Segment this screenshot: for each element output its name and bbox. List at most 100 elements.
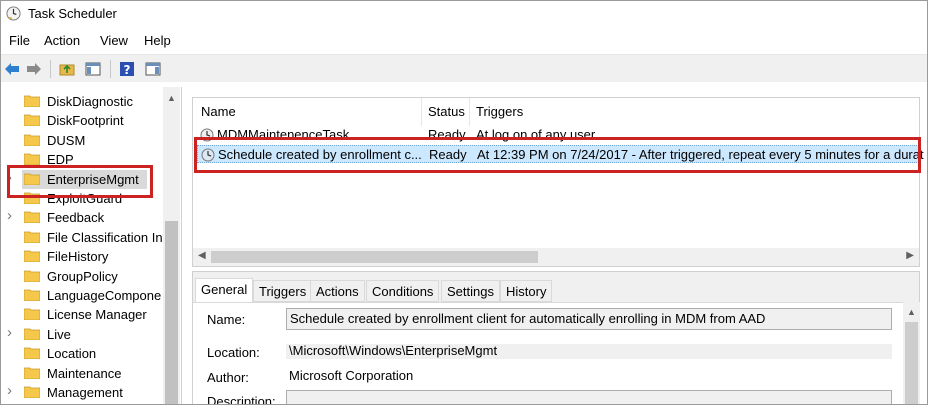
task-details-panel: General Triggers Actions Conditions Sett…	[192, 271, 921, 404]
task-name: Schedule created by enrollment c...	[218, 147, 422, 162]
tree-item-label: Location	[47, 346, 97, 361]
menu-bar: File Action View Help	[1, 30, 927, 52]
tab-conditions[interactable]: Conditions	[366, 280, 440, 302]
tree-item[interactable]: GroupPolicy	[1, 267, 163, 286]
expand-chevron-icon[interactable]: ›	[7, 382, 17, 399]
folder-icon	[24, 250, 40, 262]
tab-actions[interactable]: Actions	[310, 280, 365, 302]
tree-item-label: GroupPolicy	[47, 269, 118, 284]
tree-item-label: EnterpriseMgmt	[47, 172, 139, 187]
tree-item-label: DiskFootprint	[47, 113, 124, 128]
tree-vertical-scrollbar[interactable]: ▲	[163, 87, 180, 404]
expand-chevron-icon[interactable]: ›	[7, 169, 17, 186]
menu-view[interactable]: View	[100, 33, 128, 48]
name-label: Name:	[207, 312, 246, 327]
task-triggers: At log on of any user	[476, 127, 596, 142]
help-icon[interactable]: ?	[118, 60, 136, 78]
clock-icon	[6, 6, 21, 21]
menu-help[interactable]: Help	[144, 33, 171, 48]
tree-item-label: DUSM	[47, 133, 86, 148]
forward-arrow-icon[interactable]	[25, 60, 43, 78]
folder-icon	[24, 173, 40, 185]
tree-item[interactable]: LanguageCompone	[1, 286, 163, 305]
folder-icon	[24, 153, 40, 165]
folder-icon	[24, 231, 40, 243]
table-row-selected[interactable]: Schedule created by enrollment c... Read…	[197, 145, 924, 163]
tree-item-label: DiskDiagnostic	[47, 94, 133, 109]
tree-item-label: File Classification In	[47, 230, 163, 245]
folder-icon	[24, 211, 40, 223]
task-triggers: At 12:39 PM on 7/24/2017 - After trigger…	[477, 147, 924, 162]
task-list-horizontal-scrollbar[interactable]: ◀ ▶	[193, 248, 919, 266]
details-vertical-scrollbar[interactable]: ▲	[903, 302, 920, 404]
description-field[interactable]	[286, 390, 892, 404]
tree-item[interactable]: › Management	[1, 382, 163, 402]
tree-item-label: LanguageCompone	[47, 288, 162, 303]
general-tab-content: Name: Schedule created by enrollment cli…	[193, 302, 903, 404]
tree-item-label: License Manager	[47, 307, 147, 322]
scrollbar-thumb[interactable]	[165, 221, 178, 404]
details-tabs: General Triggers Actions Conditions Sett…	[193, 278, 921, 303]
show-hide-action-pane-icon[interactable]	[144, 60, 162, 78]
folder-icon	[24, 328, 40, 340]
tab-settings[interactable]: Settings	[441, 280, 500, 302]
tab-general[interactable]: General	[195, 278, 254, 303]
tree-item[interactable]: DiskDiagnostic	[1, 92, 163, 111]
tree-item[interactable]: File Classification In	[1, 228, 163, 247]
table-row[interactable]: MDMMaintenenceTask Ready At log on of an…	[197, 126, 919, 144]
up-folder-icon[interactable]	[58, 60, 76, 78]
tree-item[interactable]: › Live	[1, 324, 163, 344]
scroll-right-arrow-icon[interactable]: ▶	[906, 250, 914, 261]
column-header-status[interactable]: Status	[428, 104, 465, 119]
folder-icon	[24, 367, 40, 379]
window-title: Task Scheduler	[28, 6, 117, 21]
tree-item-label: Feedback	[47, 210, 105, 225]
expand-chevron-icon[interactable]: ›	[7, 207, 17, 224]
toolbar-separator	[50, 60, 51, 78]
tree-item[interactable]: Location	[1, 344, 163, 363]
author-value[interactable]: Microsoft Corporation	[286, 368, 413, 383]
show-hide-console-tree-icon[interactable]	[84, 60, 102, 78]
back-arrow-icon[interactable]	[3, 60, 21, 78]
toolbar: ?	[1, 54, 927, 82]
tab-triggers[interactable]: Triggers	[253, 280, 313, 302]
column-divider[interactable]	[469, 98, 470, 126]
tree-item[interactable]: › EnterpriseMgmt	[7, 169, 147, 189]
folder-icon	[24, 308, 40, 320]
task-clock-icon	[200, 128, 214, 142]
tree-item[interactable]: DiskFootprint	[1, 111, 163, 130]
folder-icon	[24, 270, 40, 282]
menu-action[interactable]: Action	[44, 33, 80, 48]
task-clock-icon	[201, 148, 215, 162]
tree-item[interactable]: Maintenance	[1, 364, 163, 383]
column-header-triggers[interactable]: Triggers	[476, 104, 523, 119]
author-label: Author:	[207, 370, 249, 385]
task-name: MDMMaintenenceTask	[217, 127, 350, 142]
menu-file[interactable]: File	[9, 33, 30, 48]
expand-chevron-icon[interactable]: ›	[7, 324, 17, 341]
tree-item-label: Management	[47, 385, 123, 400]
scroll-up-arrow-icon[interactable]: ▲	[907, 307, 916, 317]
tree-item[interactable]: DUSM	[1, 131, 163, 150]
scrollbar-thumb[interactable]	[905, 322, 918, 404]
task-status: Ready	[428, 127, 466, 142]
tree-item[interactable]: › Feedback	[1, 207, 163, 227]
column-header-name[interactable]: Name	[201, 104, 236, 119]
folder-icon	[24, 347, 40, 359]
tree-item[interactable]: FileHistory	[1, 247, 163, 266]
location-value[interactable]: \Microsoft\Windows\EnterpriseMgmt	[286, 343, 497, 358]
scroll-up-arrow-icon[interactable]: ▲	[167, 93, 176, 103]
folder-icon	[24, 289, 40, 301]
tree-item[interactable]: License Manager	[1, 305, 163, 324]
svg-text:?: ?	[124, 63, 131, 77]
tree-item-label: Maintenance	[47, 366, 122, 381]
tree-item[interactable]: EDP	[1, 150, 163, 169]
tree-item[interactable]: ExploitGuard	[1, 189, 163, 208]
column-divider[interactable]	[421, 98, 422, 126]
tab-history[interactable]: History	[500, 280, 553, 302]
scroll-left-arrow-icon[interactable]: ◀	[198, 250, 206, 261]
folder-icon	[24, 95, 40, 107]
name-field[interactable]: Schedule created by enrollment client fo…	[286, 308, 892, 330]
scrollbar-thumb[interactable]	[211, 251, 538, 263]
task-scheduler-window: Task Scheduler File Action View Help ? D…	[0, 0, 928, 405]
